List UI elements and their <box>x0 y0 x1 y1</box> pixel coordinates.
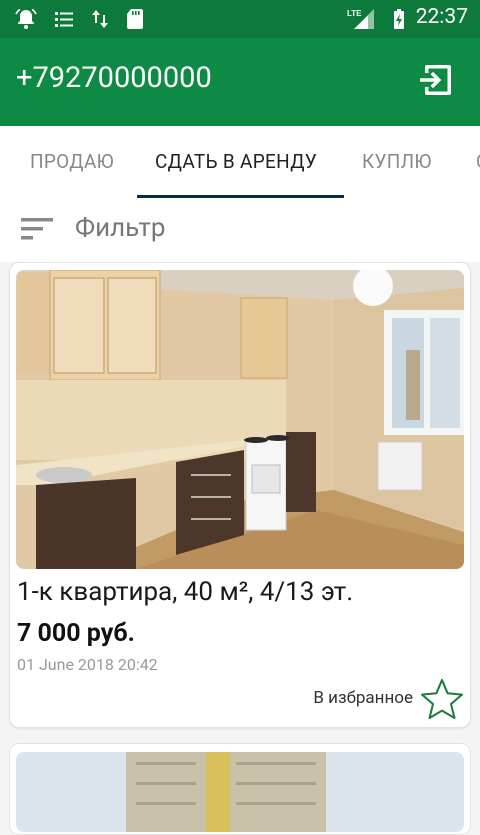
phone-number-title: +79270000000 <box>16 61 212 95</box>
listing-photo[interactable] <box>16 752 464 832</box>
apartment-photo-illustration <box>16 270 464 569</box>
logout-icon[interactable] <box>417 61 455 99</box>
listing-price: 7 000 руб. <box>17 619 135 648</box>
signal-icon: LTE <box>347 9 374 29</box>
star-outline-icon[interactable] <box>420 677 464 721</box>
listing-photo[interactable] <box>16 270 464 569</box>
svg-text:LTE: LTE <box>347 9 362 18</box>
category-tabs: ПРОДАЮ СДАТЬ В АРЕНДУ КУПЛЮ С <box>0 126 480 198</box>
tab-buy[interactable]: КУПЛЮ <box>362 150 432 173</box>
app-bar: +79270000000 <box>0 38 480 126</box>
sort-filter-icon[interactable] <box>19 215 55 243</box>
listing-card[interactable] <box>9 743 471 835</box>
tab-rent-out[interactable]: СДАТЬ В АРЕНДУ <box>155 150 317 173</box>
tab-sell[interactable]: ПРОДАЮ <box>30 150 114 173</box>
clock-time: 22:37 <box>415 5 468 29</box>
data-transfer-icon <box>92 10 108 28</box>
filter-label[interactable]: Фильтр <box>75 213 165 243</box>
alarm-icon <box>15 8 37 29</box>
listing-date: 01 June 2018 20:42 <box>17 655 158 674</box>
sd-card-icon <box>127 9 143 29</box>
add-to-favorites-label[interactable]: В избранное <box>313 688 413 708</box>
battery-charging-icon <box>394 9 404 29</box>
filter-bar[interactable]: Фильтр <box>0 198 480 262</box>
listing-card[interactable]: 1-к квартира, 40 м², 4/13 эт. 7 000 руб.… <box>9 262 471 728</box>
listing-title: 1-к квартира, 40 м², 4/13 эт. <box>17 577 354 607</box>
status-bar: LTE 22:37 <box>0 0 480 38</box>
building-photo-illustration <box>16 752 464 832</box>
tab-next-partial[interactable]: С <box>476 150 480 173</box>
notification-list-icon <box>55 12 73 27</box>
